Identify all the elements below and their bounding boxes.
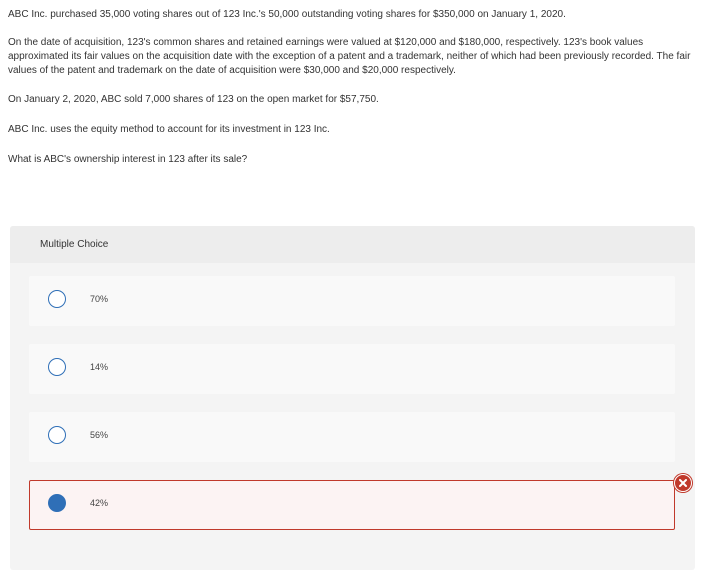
radio-button[interactable] — [48, 426, 66, 444]
multiple-choice-header: Multiple Choice — [10, 226, 695, 263]
question-prompt: What is ABC's ownership interest in 123 … — [8, 154, 248, 165]
choice-option-c[interactable]: 56% — [29, 412, 675, 462]
choice-label: 70% — [90, 294, 109, 304]
question-paragraph: ABC Inc. uses the equity method to accou… — [8, 124, 330, 135]
choice-option-a[interactable]: 70% — [29, 276, 675, 326]
question-paragraph: ABC Inc. purchased 35,000 voting shares … — [8, 9, 566, 20]
choice-label: 14% — [90, 362, 109, 372]
question-paragraph: On the date of acquisition, 123's common… — [8, 37, 691, 76]
radio-button-selected[interactable] — [48, 494, 66, 512]
incorrect-x-icon — [674, 474, 692, 492]
radio-button[interactable] — [48, 358, 66, 376]
choice-option-b[interactable]: 14% — [29, 344, 675, 394]
radio-button[interactable] — [48, 290, 66, 308]
choice-option-d-selected[interactable]: 42% — [29, 480, 675, 530]
choice-label: 42% — [90, 498, 109, 508]
question-text: ABC Inc. purchased 35,000 voting shares … — [8, 8, 698, 181]
choice-label: 56% — [90, 430, 109, 440]
question-paragraph: On January 2, 2020, ABC sold 7,000 share… — [8, 94, 379, 105]
multiple-choice-panel: Multiple Choice 70% 14% 56% 42% — [10, 226, 695, 570]
